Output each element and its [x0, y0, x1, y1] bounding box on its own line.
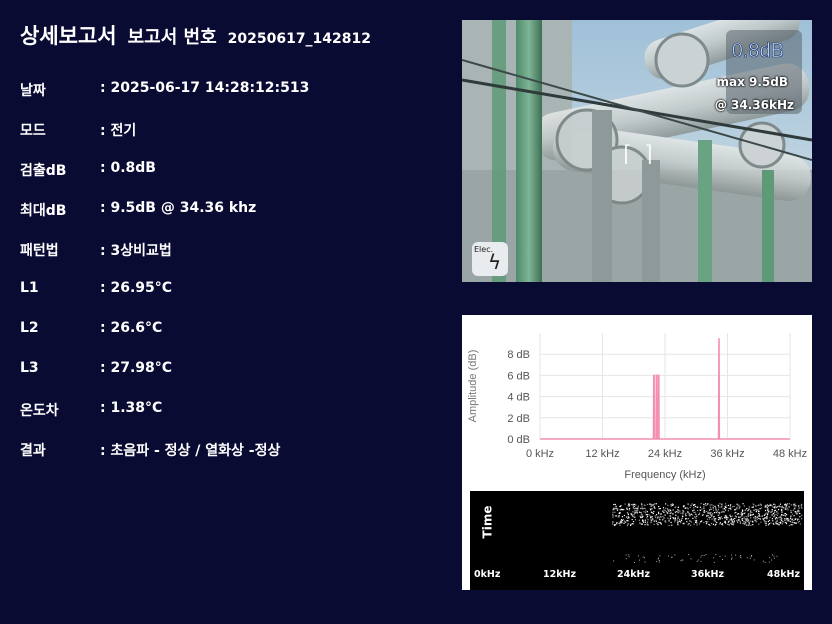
y-tick-label: 0 dB: [507, 434, 530, 446]
spectrogram-tick: 48kHz: [767, 569, 801, 580]
camera-image: 0.8dB max 9.5dB @ 34.36kHz ⌈ ⌉ Elec. ϟ: [462, 20, 812, 282]
detail-label: 결과: [20, 443, 46, 459]
detail-row-l3: L3 : 27.98°C: [20, 360, 309, 400]
detail-label: L3: [20, 360, 39, 376]
report-heading: 상세보고서: [20, 24, 117, 48]
detail-row-max-db: 최대dB : 9.5dB @ 34.36 khz: [20, 200, 309, 240]
spectrogram-tick: 0kHz: [474, 569, 501, 580]
detail-value: : 9.5dB @ 34.36 khz: [100, 200, 257, 216]
x-tick-label: 36 kHz: [710, 448, 744, 460]
y-tick-label: 6 dB: [507, 370, 530, 382]
detail-label: 모드: [20, 123, 46, 139]
detail-label: 온도차: [20, 403, 59, 419]
spectrogram-tick: 36kHz: [691, 569, 725, 580]
detail-label: L2: [20, 320, 39, 336]
detail-row-detected-db: 검출dB : 0.8dB: [20, 160, 309, 200]
detail-value: : 전기: [100, 123, 137, 139]
detail-row-mode: 모드 : 전기: [20, 120, 309, 160]
y-tick-label: 4 dB: [507, 392, 530, 404]
detail-label: L1: [20, 280, 39, 296]
detail-label: 패턴법: [20, 243, 59, 259]
spectrum-chart-svg: 0 dB 2 dB 4 dB 6 dB 8 dB 0 kHz 12 kHz 24 kHz 36 …: [467, 333, 807, 481]
detail-value: : 초음파 - 정상 / 열화상 -정상: [100, 443, 281, 459]
spectrum-chart: 0 dB 2 dB 4 dB 6 dB 8 dB 0 kHz 12 kHz 24 kHz 36 …: [462, 315, 812, 491]
detail-value: : 1.38°C: [100, 400, 163, 416]
detail-value: : 3상비교법: [100, 243, 172, 259]
x-tick-label: 0 kHz: [526, 448, 554, 460]
report-title: 상세보고서 보고서 번호 20250617_142812: [20, 20, 371, 50]
detail-value: : 26.95°C: [100, 280, 173, 296]
crosshair-icon: ⌈ ⌉: [620, 142, 656, 167]
detail-row-pattern: 패턴법 : 3상비교법: [20, 240, 309, 280]
detail-value: : 26.6°C: [100, 320, 163, 336]
spectrogram-time-label: Time: [480, 505, 495, 539]
max-freq-readout: @ 34.36kHz: [714, 98, 794, 112]
spectrogram-panel: Time 0kHz 12kHz 24kHz 36kHz 48kHz: [462, 491, 812, 590]
y-tick-label: 2 dB: [507, 413, 530, 425]
report-number-label: 보고서 번호: [127, 27, 217, 48]
spectrogram-tick: 12kHz: [543, 569, 577, 580]
detected-db-readout: 0.8dB: [731, 40, 784, 63]
y-axis-label: Amplitude (dB): [467, 350, 479, 423]
spectrogram-image: Time 0kHz 12kHz 24kHz 36kHz 48kHz: [470, 491, 804, 590]
detail-row-temp-diff: 온도차 : 1.38°C: [20, 400, 309, 440]
x-tick-label: 12 kHz: [585, 448, 619, 460]
x-axis-label: Frequency (kHz): [624, 469, 705, 481]
detail-label: 검출dB: [20, 163, 67, 179]
detail-row-result: 결과 : 초음파 - 정상 / 열화상 -정상: [20, 440, 309, 480]
detail-row-l2: L2 : 26.6°C: [20, 320, 309, 360]
detail-list: 날짜 : 2025-06-17 14:28:12:513 모드 : 전기 검출d…: [20, 80, 309, 480]
detail-row-date: 날짜 : 2025-06-17 14:28:12:513: [20, 80, 309, 120]
max-db-readout: max 9.5dB: [716, 75, 788, 89]
detail-value: : 27.98°C: [100, 360, 173, 376]
report-number: 20250617_142812: [227, 31, 372, 47]
y-tick-label: 8 dB: [507, 349, 530, 361]
spectrogram-speckle: [612, 503, 803, 563]
spectrogram-tick: 24kHz: [617, 569, 651, 580]
detail-label: 날짜: [20, 83, 46, 99]
detail-label: 최대dB: [20, 203, 67, 219]
elec-mode-badge: Elec. ϟ: [472, 242, 508, 276]
detail-row-l1: L1 : 26.95°C: [20, 280, 309, 320]
detail-value: : 0.8dB: [100, 160, 156, 176]
x-tick-label: 48 kHz: [773, 448, 807, 460]
detail-value: : 2025-06-17 14:28:12:513: [100, 80, 310, 96]
x-tick-label: 24 kHz: [648, 448, 682, 460]
lightning-bolt-icon: ϟ: [488, 250, 502, 274]
